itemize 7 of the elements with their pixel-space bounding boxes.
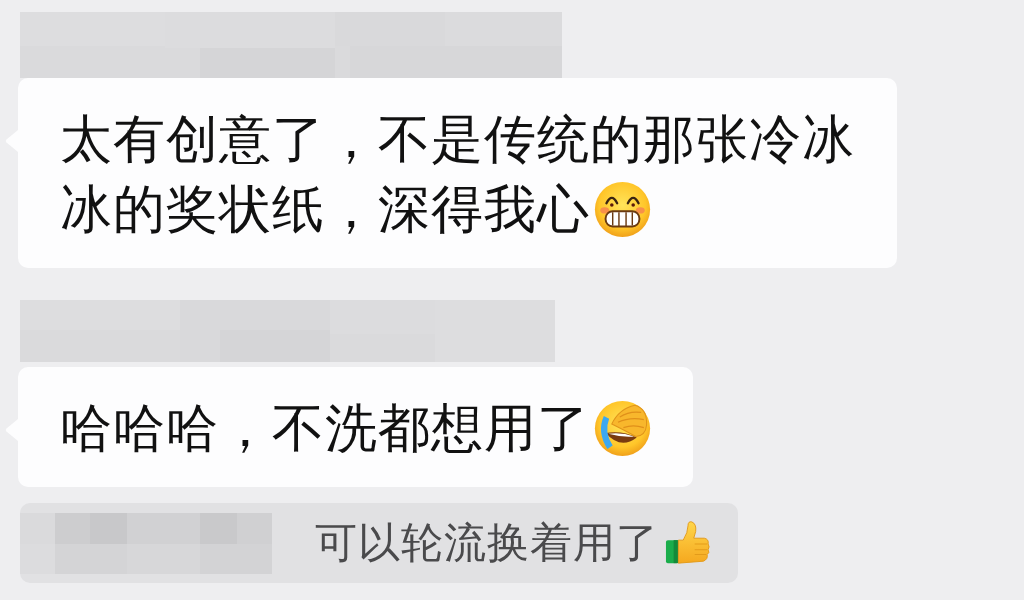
message-text: 太有创意了，不是传统的那张冷冰: [60, 108, 855, 171]
grinning-face-icon: [594, 180, 651, 238]
facepalm-tears-icon: [594, 399, 651, 457]
message-text: 哈哈哈，不洗都想用了: [60, 397, 590, 460]
thumbs-up-icon: [665, 520, 711, 566]
message-text: 冰的奖状纸，深得我心: [60, 178, 590, 241]
quote-text: 可以轮流换着用了: [315, 518, 659, 568]
